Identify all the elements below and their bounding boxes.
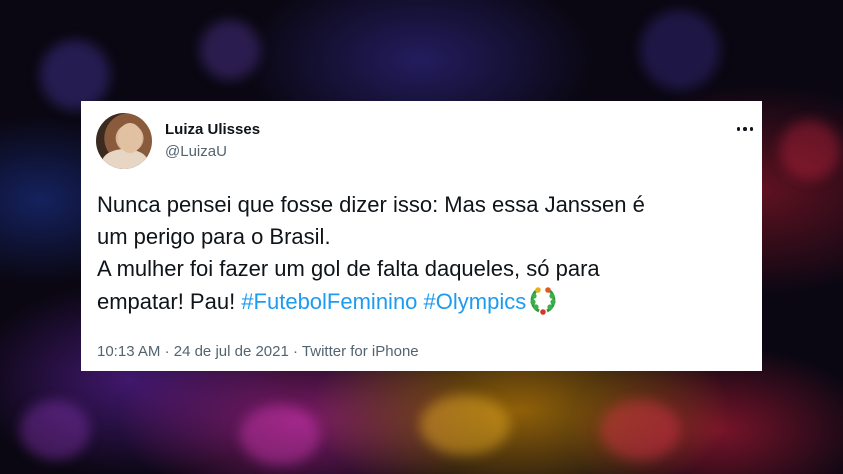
avatar[interactable] (96, 113, 152, 169)
tweet-time[interactable]: 10:13 AM (97, 343, 160, 360)
tweet-text-line: Nunca pensei que fosse dizer isso: Mas e… (97, 192, 645, 217)
author-handle[interactable]: @LuizaU (165, 143, 227, 160)
tweet-text-line: empatar! Pau! (97, 289, 236, 314)
hashtag-olympics[interactable]: #Olympics (424, 289, 527, 314)
author-name[interactable]: Luiza Ulisses (165, 121, 260, 138)
tweet-card: Luiza Ulisses @LuizaU Nunca pensei que f… (81, 101, 762, 371)
hashtag-futebolfeminino[interactable]: #FutebolFeminino (241, 289, 417, 314)
meta-separator: · (293, 343, 299, 360)
tweet-text-line: um perigo para o Brasil. (97, 224, 331, 249)
tweet-text-line: A mulher foi fazer um gol de falta daque… (97, 256, 600, 281)
tweet-source[interactable]: Twitter for iPhone (302, 343, 419, 360)
olympic-laurel-icon (528, 285, 558, 324)
tweet-date[interactable]: 24 de jul de 2021 (174, 343, 289, 360)
tweet-metadata: 10:13 AM · 24 de jul de 2021 · Twitter f… (97, 343, 419, 360)
more-options-icon (736, 127, 741, 131)
tweet-text: Nunca pensei que fosse dizer isso: Mas e… (97, 189, 757, 324)
meta-separator: · (164, 343, 170, 360)
more-options-button[interactable] (733, 121, 757, 137)
